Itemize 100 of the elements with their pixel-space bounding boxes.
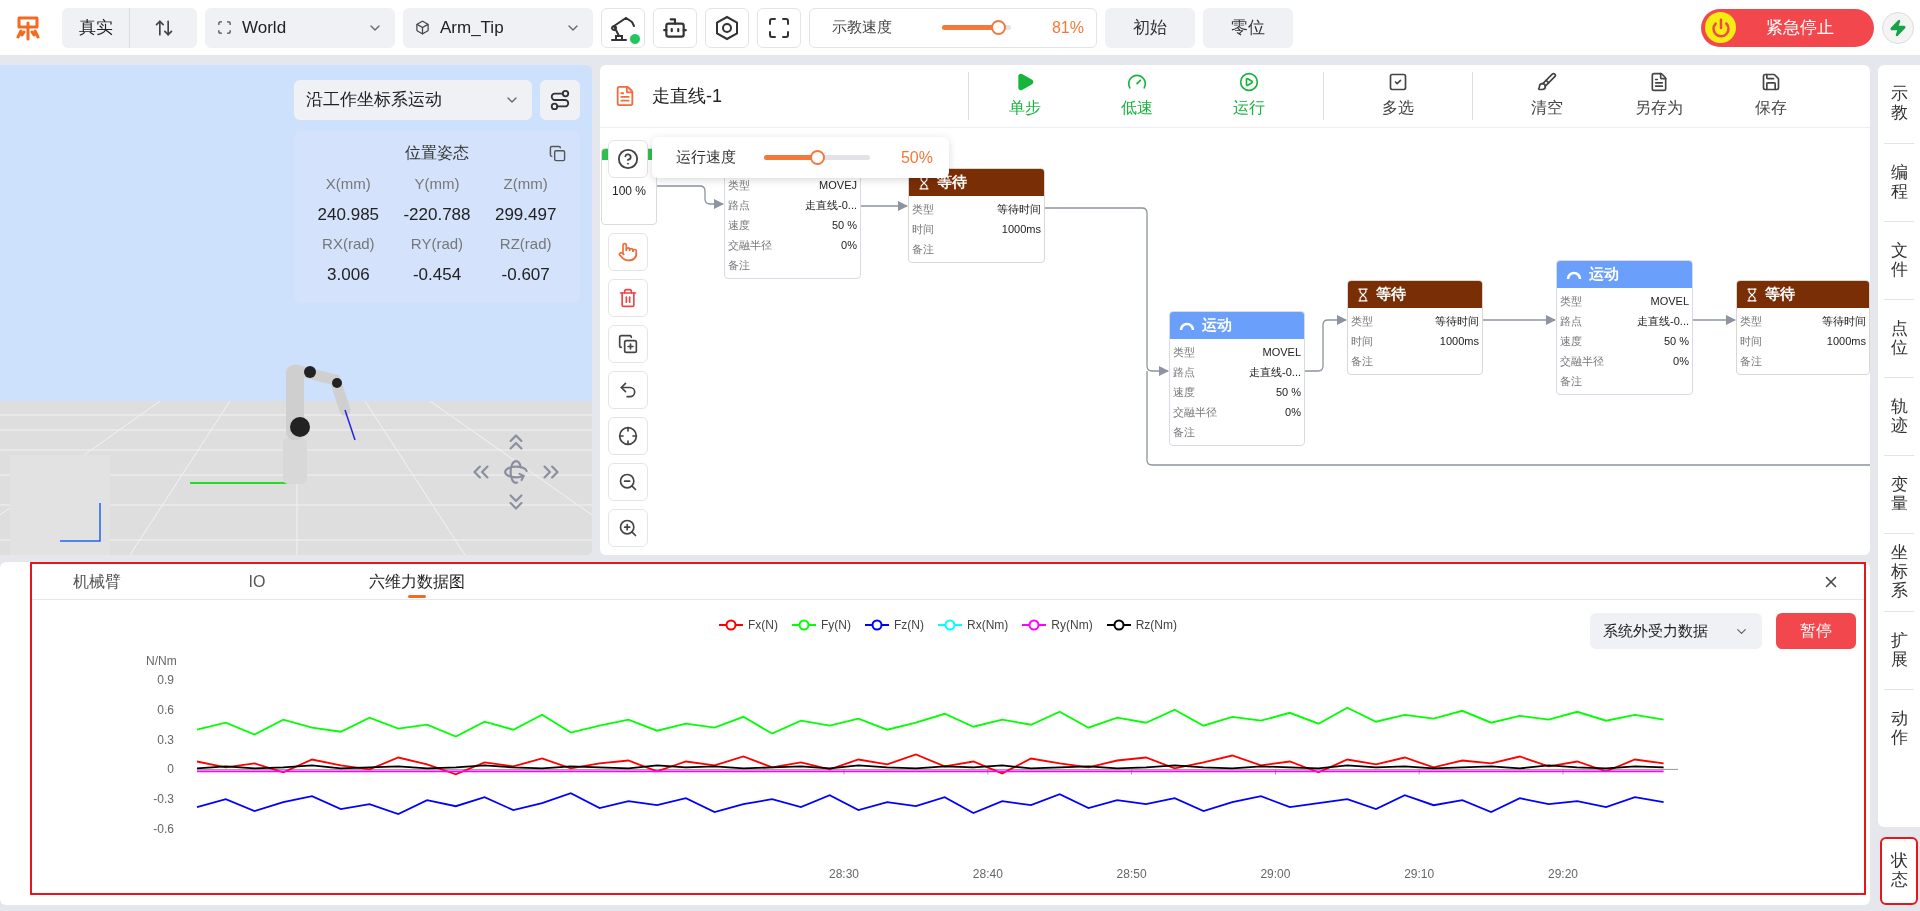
side-nav-item[interactable]: 编程 [1884, 143, 1914, 221]
crosshair-icon [618, 426, 638, 446]
node-field-label: 速度 [1560, 333, 1582, 349]
action-button[interactable]: 初始 [1105, 7, 1195, 48]
pause-button[interactable]: 暂停 [1776, 613, 1856, 649]
copy-icon[interactable] [549, 144, 566, 162]
side-nav-item[interactable]: 文件 [1884, 221, 1914, 299]
legend-item[interactable]: Ry(Nm) [1022, 616, 1093, 634]
legend-item[interactable]: Fy(N) [792, 616, 851, 634]
fullscreen-button[interactable] [757, 7, 801, 48]
tool-select[interactable]: Arm_Tip [403, 7, 593, 48]
path-button[interactable] [540, 80, 580, 120]
node-field-label: 类型 [912, 201, 934, 217]
fullscreen-icon [767, 15, 791, 40]
hourglass-icon [1356, 287, 1370, 302]
action-button[interactable]: 零位 [1203, 7, 1293, 48]
hourglass-icon [1745, 287, 1759, 302]
pose-label: Y(mm) [413, 174, 461, 194]
canvas-tool-button[interactable] [608, 463, 648, 501]
viewport-3d[interactable]: 沿工作坐标系运动 位置姿态 X(mm) Y(mm) Z(mm) 240.985 -220.788 299.497 RX(rad) RY(rad) RZ(rad) 3.006 -0.454 -0.607 [0, 65, 592, 555]
side-nav-item[interactable]: 变量 [1884, 455, 1914, 533]
logo-icon [16, 14, 40, 41]
speed-label: 运行速度 [676, 147, 736, 168]
legend-marker-icon [1106, 619, 1131, 631]
node-field-label: 交融半径 [1173, 404, 1217, 420]
node-field-label: 类型 [1560, 293, 1582, 309]
toolbar-button[interactable]: 保存 [1715, 68, 1827, 124]
node-field-label: 时间 [1351, 333, 1373, 349]
emergency-stop-button[interactable]: 紧急停止 [1701, 8, 1874, 47]
brush-icon [1537, 72, 1557, 92]
legend-marker-icon [865, 619, 889, 631]
lightning-icon [1889, 18, 1907, 37]
y-tick-label: 0.9 [157, 673, 174, 687]
legend-marker-icon [938, 619, 962, 631]
toolbar-button[interactable]: 清空 [1491, 68, 1603, 124]
flow-node[interactable]: 等待 类型 等待时间 时间 1000ms 备注 [1347, 280, 1483, 375]
side-nav-item[interactable]: 坐标系 [1884, 533, 1914, 611]
tab[interactable]: 六维力数据图 [352, 563, 482, 600]
node-field-label: 备注 [912, 241, 934, 257]
flow-node[interactable]: 运动 类型 MOVEL 路点 走直线-0... 速度 50 % 交融半径 0% 备注 [1556, 260, 1693, 395]
toolbar-button[interactable]: 多选 [1342, 68, 1454, 124]
axis-title: N/Nm [146, 654, 177, 668]
node-field-value: 0% [1673, 353, 1689, 369]
canvas-tool-button[interactable] [608, 325, 648, 363]
legend-item[interactable]: Fz(N) [865, 616, 924, 634]
node-field-value: MOVEJ [819, 177, 857, 193]
frame-select[interactable]: World [205, 7, 395, 48]
node-field-value: 1000ms [1439, 333, 1479, 349]
mode-button[interactable]: 真实 [62, 7, 129, 48]
node-field-value: 等待时间 [1435, 313, 1479, 329]
side-nav-item[interactable]: 点位 [1884, 299, 1914, 377]
pose-label: RY(rad) [409, 234, 465, 254]
motion-mode-select[interactable]: 沿工作坐标系运动 [294, 80, 532, 120]
pose-value: -220.788 [402, 203, 472, 226]
pointer-icon [618, 242, 638, 262]
power-status-button[interactable] [1882, 11, 1914, 44]
canvas-tool-button[interactable] [608, 371, 648, 409]
x-tick-label: 28:50 [1116, 867, 1147, 881]
node-field-value: MOVEL [1650, 293, 1689, 309]
pose-label: Z(mm) [502, 174, 549, 194]
zoom-out-icon [618, 472, 638, 492]
legend-item[interactable]: Rx(Nm) [938, 616, 1009, 634]
side-nav-item[interactable]: 扩展 [1884, 611, 1914, 689]
rotate-cube-icon[interactable] [503, 459, 529, 485]
canvas-tool-button[interactable] [608, 509, 648, 547]
y-tick-label: -0.6 [153, 822, 174, 836]
connector-arrow [1304, 314, 1348, 372]
flow-node[interactable]: 等待 类型 等待时间 时间 1000ms 备注 [1736, 280, 1870, 375]
slider-thumb[interactable] [990, 20, 1006, 35]
tab[interactable]: IO [192, 563, 322, 600]
frame-icon [217, 20, 232, 35]
toolbar-button[interactable]: 另存为 [1603, 68, 1715, 124]
slider-thumb[interactable] [810, 150, 825, 165]
legend-item[interactable]: Fx(N) [719, 616, 778, 634]
settings-button[interactable] [705, 7, 749, 48]
node-title: 等待 [1376, 284, 1406, 305]
status-button[interactable]: 状态 [1880, 837, 1918, 905]
node-field-value: MOVEL [1262, 344, 1301, 360]
document-icon [614, 85, 636, 107]
help-icon [617, 148, 639, 170]
robot-button[interactable] [653, 7, 697, 48]
help-button[interactable] [608, 140, 648, 178]
robot-arm-button[interactable] [601, 7, 645, 48]
node-field-value: 走直线-0... [805, 197, 857, 213]
node-field-label: 交融半径 [1560, 353, 1604, 369]
tab[interactable]: 机械臂 [32, 563, 162, 600]
side-nav-item[interactable]: 示教 [1884, 65, 1914, 143]
side-nav-item[interactable]: 动作 [1884, 689, 1914, 767]
flow-node[interactable]: 运动 类型 MOVEL 路点 走直线-0... 速度 50 % 交融半径 0% 备注 [1169, 311, 1305, 446]
side-nav-item[interactable]: 轨迹 [1884, 377, 1914, 455]
node-title: 等待 [1765, 284, 1795, 305]
canvas-tool-button[interactable] [608, 417, 648, 455]
pose-label: RX(rad) [321, 234, 376, 254]
pose-value: -0.607 [500, 263, 551, 286]
document-icon [1649, 72, 1669, 92]
source-select[interactable]: 系统外受力数据 [1590, 613, 1762, 649]
pose-value: 299.497 [493, 203, 558, 226]
gauge-icon [1127, 72, 1147, 92]
legend-item[interactable]: Rz(Nm) [1106, 616, 1177, 634]
node-field-value: 50 % [831, 217, 857, 233]
